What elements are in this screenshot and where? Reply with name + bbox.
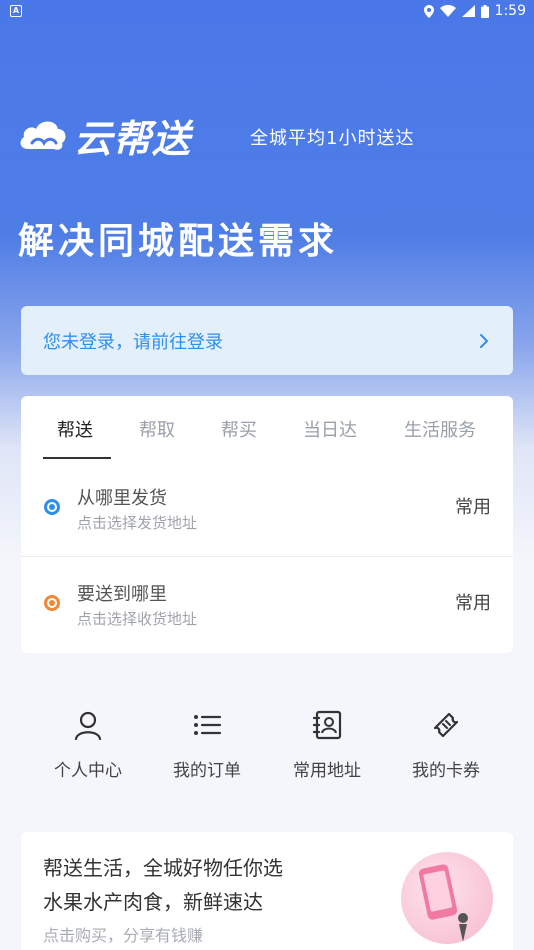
battery-icon bbox=[480, 4, 489, 18]
ticket-icon bbox=[433, 712, 459, 738]
quick-links: 个人中心 我的订单 常用地址 我的卡券 bbox=[0, 690, 534, 790]
promo-line-1: 帮送生活，全城好物任你选 bbox=[43, 856, 283, 880]
quick-link-profile[interactable]: 个人中心 bbox=[28, 690, 148, 781]
person-icon bbox=[74, 711, 102, 740]
service-tabs: 帮送 帮取 帮买 当日达 生活服务 bbox=[21, 396, 513, 459]
sender-subtitle: 点击选择发货地址 bbox=[77, 514, 198, 532]
phone-illustration-icon bbox=[418, 864, 468, 942]
sender-address-row[interactable]: 从哪里发货 点击选择发货地址 常用 bbox=[21, 460, 513, 556]
list-icon bbox=[194, 715, 222, 735]
tab-same-day[interactable]: 当日达 bbox=[303, 416, 357, 442]
cloud-logo-icon bbox=[20, 121, 66, 150]
brand-logo: 云帮送 bbox=[18, 110, 192, 161]
promo-line-2: 水果水产肉食，新鲜速达 bbox=[43, 890, 263, 914]
active-tab-indicator bbox=[43, 457, 111, 459]
page-headline: 解决同城配送需求 bbox=[18, 221, 339, 262]
login-banner[interactable]: 您未登录，请前往登录 bbox=[21, 306, 513, 375]
quick-link-label: 个人中心 bbox=[54, 761, 122, 781]
quick-link-addresses[interactable]: 常用地址 bbox=[267, 690, 387, 781]
receiver-subtitle: 点击选择收货地址 bbox=[77, 610, 198, 628]
chevron-right-icon bbox=[480, 333, 488, 348]
wifi-icon bbox=[439, 5, 456, 17]
receiver-address-row[interactable]: 要送到哪里 点击选择收货地址 常用 bbox=[21, 557, 513, 653]
quick-link-label: 我的订单 bbox=[173, 761, 241, 781]
signal-icon bbox=[461, 5, 475, 17]
delivery-card: 帮送 帮取 帮买 当日达 生活服务 从哪里发货 点击选择发货地址 常用 要送到哪… bbox=[21, 396, 513, 653]
brand-name: 云帮送 bbox=[74, 116, 192, 161]
tab-bangsong[interactable]: 帮送 bbox=[57, 416, 93, 442]
address-book-icon bbox=[312, 710, 342, 740]
promo-card[interactable]: 帮送生活，全城好物任你选 水果水产肉食，新鲜速达 点击购买，分享有钱赚 bbox=[21, 832, 513, 950]
slogan: 全城平均1小时送达 bbox=[250, 128, 415, 149]
quick-link-orders[interactable]: 我的订单 bbox=[147, 690, 267, 781]
login-prompt: 您未登录，请前往登录 bbox=[43, 331, 223, 353]
tab-life-service[interactable]: 生活服务 bbox=[404, 416, 476, 442]
quick-link-label: 常用地址 bbox=[293, 761, 361, 781]
location-icon bbox=[423, 4, 434, 18]
tab-bangmai[interactable]: 帮买 bbox=[221, 416, 257, 442]
tab-bangqu[interactable]: 帮取 bbox=[139, 416, 175, 442]
promo-line-3: 点击购买，分享有钱赚 bbox=[43, 926, 204, 945]
sender-frequent-button[interactable]: 常用 bbox=[455, 493, 491, 519]
receiver-dot-icon bbox=[44, 595, 60, 611]
sender-title: 从哪里发货 bbox=[77, 488, 167, 509]
status-bar: A 1:59 bbox=[0, 0, 534, 24]
notification-icon: A bbox=[10, 5, 22, 17]
status-time: 1:59 bbox=[494, 3, 526, 19]
quick-link-label: 我的卡券 bbox=[412, 761, 480, 781]
promo-illustration bbox=[401, 852, 493, 944]
receiver-title: 要送到哪里 bbox=[77, 584, 167, 605]
sender-dot-icon bbox=[44, 499, 60, 515]
quick-link-coupons[interactable]: 我的卡券 bbox=[386, 690, 506, 781]
receiver-frequent-button[interactable]: 常用 bbox=[455, 589, 491, 615]
